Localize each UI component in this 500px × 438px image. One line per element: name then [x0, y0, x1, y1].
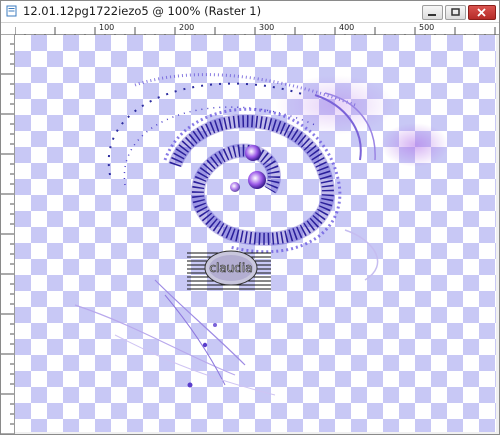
streak-line: [154, 279, 246, 366]
ruler-label-200: 200: [179, 23, 195, 32]
sphere: [248, 171, 266, 189]
ruler-ticks-vertical: [1, 33, 14, 435]
arc-line: [344, 229, 379, 281]
image-canvas[interactable]: claudia: [15, 35, 496, 432]
ruler-label-100: 100: [99, 23, 115, 32]
dot: [202, 342, 208, 348]
title-bar[interactable]: 12.01.12pg1722iezo5 @ 100% (Raster 1): [1, 1, 499, 23]
restore-icon: [451, 8, 460, 16]
ruler-label-400: 400: [339, 23, 355, 32]
ruler-label-500: 500: [419, 23, 435, 32]
fractal-artwork: [74, 73, 449, 396]
ruler-label-300: 300: [259, 23, 275, 32]
maximize-button[interactable]: [445, 5, 466, 20]
close-icon: [477, 8, 486, 17]
vertical-ruler[interactable]: [1, 33, 15, 435]
minimize-icon: [428, 14, 436, 16]
streak-line: [74, 304, 236, 376]
glow-blob: [381, 123, 449, 167]
image-window: 12.01.12pg1722iezo5 @ 100% (Raster 1) 10…: [0, 0, 500, 435]
claudia-watermark: claudia: [187, 250, 271, 290]
streak-line: [164, 294, 226, 386]
dot: [187, 382, 193, 388]
window-title: 12.01.12pg1722iezo5 @ 100% (Raster 1): [23, 4, 262, 18]
sphere: [245, 145, 261, 161]
minimize-button[interactable]: [422, 5, 443, 20]
sphere: [230, 182, 240, 192]
watermark-text: claudia: [209, 261, 252, 275]
close-button[interactable]: [468, 5, 496, 20]
streak-line: [114, 334, 276, 396]
document-icon: [6, 5, 17, 17]
dot: [213, 323, 217, 327]
